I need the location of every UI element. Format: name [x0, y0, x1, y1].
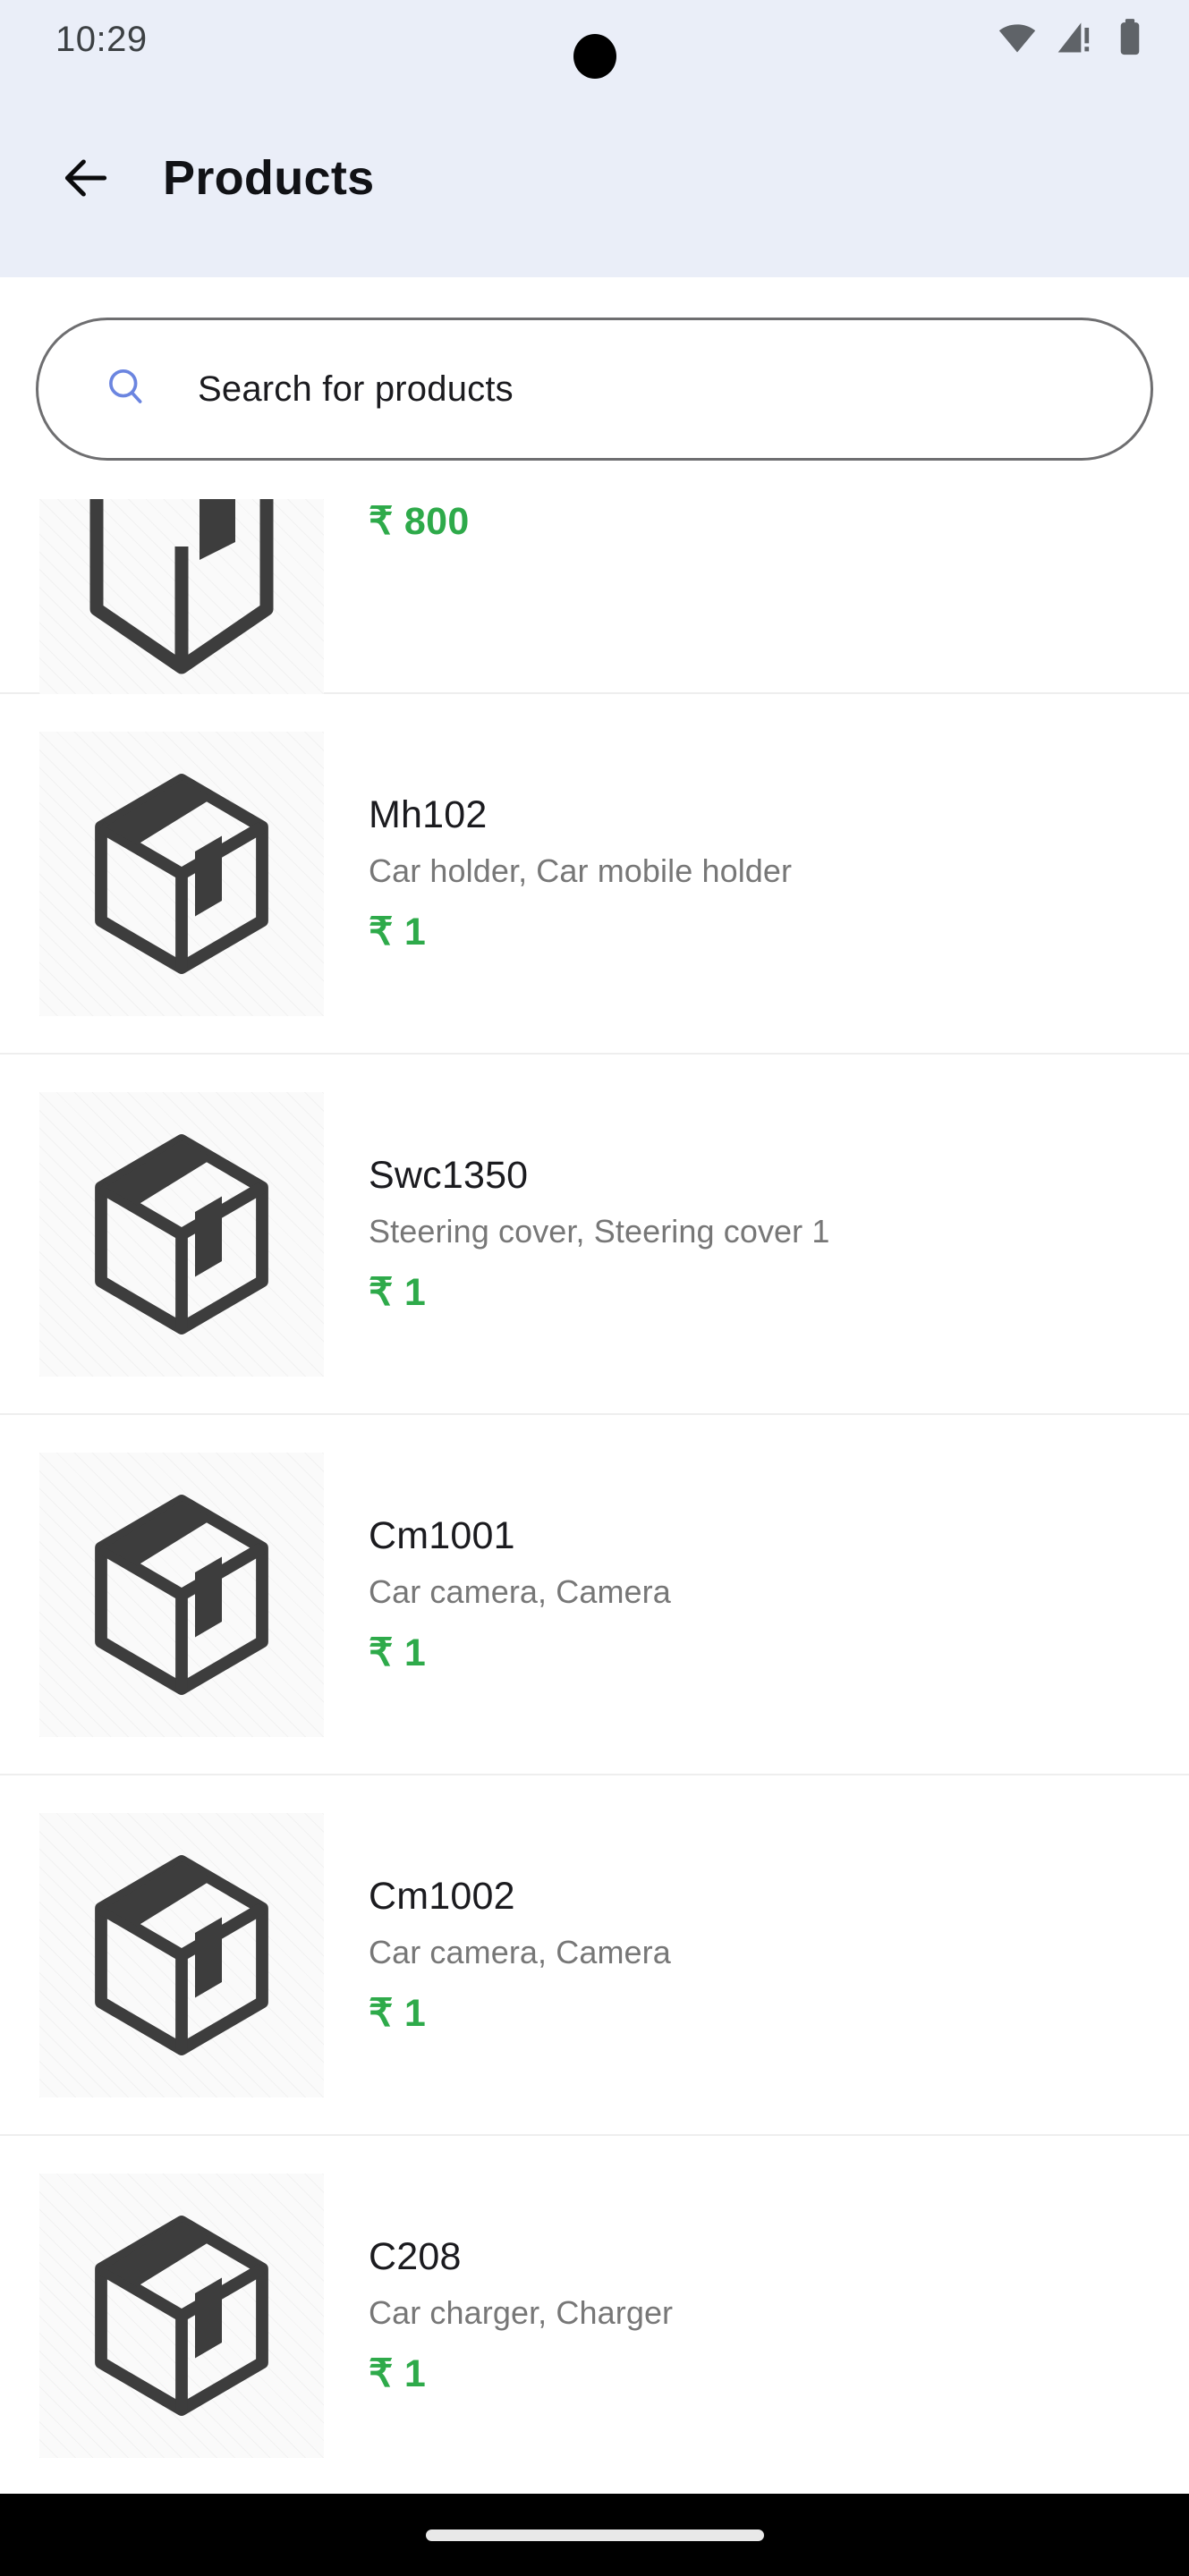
- cellular-signal-icon: [1055, 18, 1094, 62]
- search-placeholder: Search for products: [198, 369, 514, 409]
- status-time: 10:29: [55, 19, 148, 59]
- table-row[interactable]: Cm1002 Car camera, Camera ₹ 1: [0, 1775, 1189, 2136]
- search-section: Search for products: [0, 277, 1189, 501]
- product-categories: Car holder, Car mobile holder: [369, 852, 793, 889]
- box-placeholder-icon: [95, 1854, 268, 2055]
- status-bar: 10:29: [0, 0, 1189, 79]
- product-thumbnail: [39, 1091, 324, 1377]
- arrow-left-icon: [64, 159, 107, 197]
- page-title: Products: [163, 151, 375, 205]
- product-name: Swc1350: [369, 1153, 529, 1197]
- search-input[interactable]: Search for products: [36, 318, 1153, 461]
- search-icon: [103, 364, 149, 415]
- product-price: ₹ 1: [369, 1991, 427, 2035]
- product-categories: Car camera, Camera: [369, 1933, 671, 1970]
- product-categories: Steering cover, Steering cover 1: [369, 1212, 830, 1250]
- back-button[interactable]: [43, 135, 129, 221]
- product-name: C208: [369, 2234, 462, 2278]
- product-info: Cm1001 Car camera, Camera ₹ 1: [369, 1514, 671, 1675]
- system-navigation-bar: [0, 2494, 1189, 2576]
- product-categories: Car camera, Camera: [369, 1572, 671, 1610]
- table-row[interactable]: ₹ 800: [0, 499, 1189, 694]
- phone-screen: 10:29 Products Search for products ₹ 800…: [0, 0, 1189, 2576]
- box-placeholder-icon: [95, 2215, 268, 2416]
- product-name: Cm1002: [369, 1874, 515, 1918]
- product-thumbnail: [39, 499, 324, 694]
- camera-punch-hole: [573, 34, 616, 79]
- table-row[interactable]: Swc1350 Steering cover, Steering cover 1…: [0, 1055, 1189, 1415]
- product-info: C208 Car charger, Charger ₹ 1: [369, 2235, 673, 2396]
- box-placeholder-icon: [95, 1494, 268, 1695]
- product-price: ₹ 800: [369, 500, 470, 543]
- product-thumbnail: [39, 731, 324, 1016]
- app-bar: Products: [0, 79, 1189, 277]
- product-price: ₹ 1: [369, 2351, 427, 2395]
- product-thumbnail: [39, 2173, 324, 2458]
- status-icons: [998, 18, 1148, 62]
- product-info: Cm1002 Car camera, Camera ₹ 1: [369, 1875, 671, 2036]
- product-list[interactable]: ₹ 800 Mh102 Car holder, Car mobile holde…: [0, 499, 1189, 2494]
- home-indicator[interactable]: [425, 2529, 764, 2541]
- product-name: Cm1001: [369, 1513, 515, 1557]
- product-info: ₹ 800: [369, 499, 470, 544]
- product-info: Swc1350 Steering cover, Steering cover 1…: [369, 1154, 829, 1315]
- product-categories: Car charger, Charger: [369, 2293, 674, 2331]
- battery-icon: [1112, 18, 1148, 62]
- table-row[interactable]: C208 Car charger, Charger ₹ 1: [0, 2136, 1189, 2494]
- box-placeholder-icon: [95, 1133, 268, 1335]
- product-price: ₹ 1: [369, 910, 427, 953]
- product-price: ₹ 1: [369, 1270, 427, 1314]
- box-placeholder-icon: [95, 773, 268, 974]
- product-price: ₹ 1: [369, 1631, 427, 1674]
- wifi-icon: [998, 18, 1037, 62]
- product-info: Mh102 Car holder, Car mobile holder ₹ 1: [369, 793, 792, 954]
- box-placeholder-icon: [89, 499, 274, 674]
- product-thumbnail: [39, 1812, 324, 2097]
- product-name: Mh102: [369, 792, 488, 836]
- table-row[interactable]: Cm1001 Car camera, Camera ₹ 1: [0, 1415, 1189, 1775]
- table-row[interactable]: Mh102 Car holder, Car mobile holder ₹ 1: [0, 694, 1189, 1055]
- product-thumbnail: [39, 1452, 324, 1737]
